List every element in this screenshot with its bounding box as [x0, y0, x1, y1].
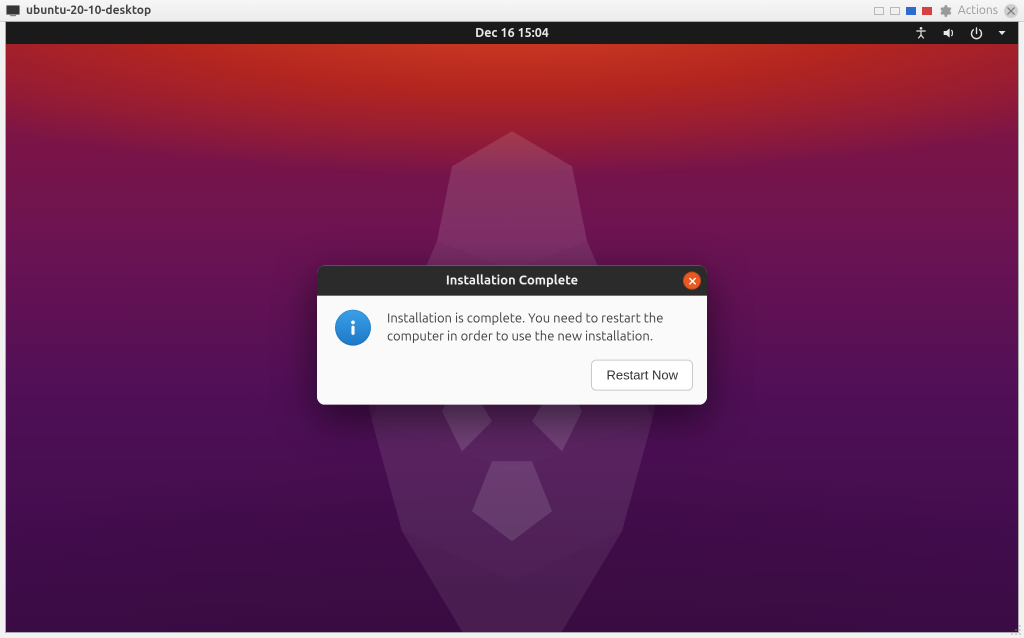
- host-title: ubuntu-20-10-desktop: [26, 4, 151, 17]
- accessibility-icon[interactable]: [913, 25, 929, 41]
- dialog-titlebar[interactable]: Installation Complete: [317, 266, 707, 296]
- host-indicator-4-icon[interactable]: [922, 7, 932, 15]
- host-indicator-2-icon[interactable]: [890, 7, 900, 15]
- panel-clock[interactable]: Dec 16 15:04: [475, 26, 549, 40]
- host-indicator-1-icon[interactable]: [874, 7, 884, 15]
- restart-now-button[interactable]: Restart Now: [591, 360, 693, 391]
- dialog-message: Installation is complete. You need to re…: [387, 310, 689, 346]
- chevron-down-icon[interactable]: [996, 27, 1008, 39]
- host-actions-label[interactable]: Actions: [958, 4, 998, 17]
- vm-host-window: ubuntu-20-10-desktop Actions Dec 16 15:0…: [0, 0, 1024, 638]
- host-indicator-3-icon[interactable]: [906, 7, 916, 15]
- gear-icon[interactable]: [938, 4, 952, 18]
- host-close-button[interactable]: [1004, 4, 1018, 18]
- resize-grip-icon[interactable]: [1010, 624, 1022, 636]
- dialog-close-button[interactable]: [683, 272, 701, 290]
- info-icon: [335, 310, 371, 346]
- host-app-icon: [6, 5, 20, 17]
- host-toolbar: Actions: [874, 4, 1018, 18]
- power-icon[interactable]: [969, 26, 984, 41]
- desktop: Installation Complete Installation is co…: [6, 44, 1018, 632]
- dialog-title: Installation Complete: [446, 274, 578, 288]
- host-titlebar: ubuntu-20-10-desktop Actions: [0, 0, 1024, 22]
- installation-complete-dialog: Installation Complete Installation is co…: [317, 266, 707, 405]
- dialog-body: Installation is complete. You need to re…: [317, 296, 707, 360]
- volume-icon[interactable]: [941, 25, 957, 41]
- dialog-footer: Restart Now: [317, 360, 707, 405]
- guest-screen: Dec 16 15:04: [6, 22, 1018, 632]
- panel-status-area[interactable]: [913, 22, 1008, 44]
- ubuntu-top-panel: Dec 16 15:04: [6, 22, 1018, 44]
